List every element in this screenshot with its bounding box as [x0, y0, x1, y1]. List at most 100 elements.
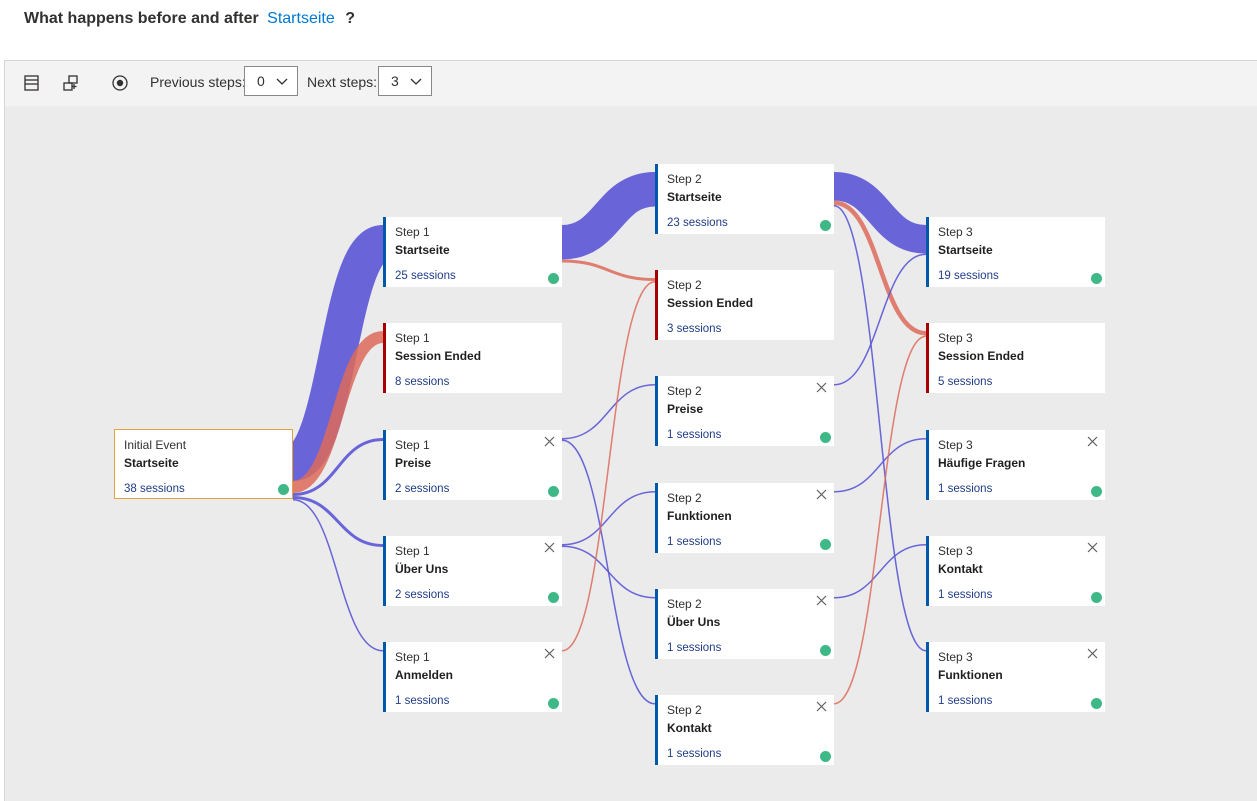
node-step-label: Step 2	[667, 384, 702, 398]
flow-link-s2a-s3a[interactable]	[832, 172, 928, 254]
node-event-name: Session Ended	[395, 349, 482, 363]
node-s1c[interactable]: Step 1 Preise 2 sessions	[383, 430, 562, 500]
node-step-label: Step 3	[938, 225, 973, 239]
node-event-name: Startseite	[124, 456, 179, 470]
close-icon[interactable]	[544, 436, 555, 447]
flow-link-s1d-s2d[interactable]	[561, 491, 656, 546]
node-s1d[interactable]: Step 1 Über Uns 2 sessions	[383, 536, 562, 606]
node-session-count: 25 sessions	[395, 270, 456, 282]
status-dot-icon	[548, 592, 559, 603]
close-icon[interactable]	[544, 648, 555, 659]
node-s1b[interactable]: Step 1 Session Ended 8 sessions	[383, 323, 562, 393]
node-session-count: 8 sessions	[395, 376, 450, 388]
node-event-name: Startseite	[938, 243, 993, 257]
flow-link-s1a-s2a[interactable]	[560, 172, 657, 260]
node-init[interactable]: Initial Event Startseite 38 sessions	[114, 429, 293, 499]
node-session-count: 1 sessions	[938, 589, 993, 601]
flow-link-s2f-s3b[interactable]	[833, 335, 927, 705]
node-event-name: Preise	[667, 402, 704, 416]
node-step-label: Step 1	[395, 544, 430, 558]
node-s2b[interactable]: Step 2 Session Ended 3 sessions	[655, 270, 834, 340]
status-dot-icon	[1091, 698, 1102, 709]
node-s1e[interactable]: Step 1 Anmelden 1 sessions	[383, 642, 562, 712]
close-icon[interactable]	[816, 489, 827, 500]
node-session-count: 1 sessions	[395, 695, 450, 707]
status-dot-icon	[278, 484, 289, 495]
node-event-name: Funktionen	[938, 668, 1003, 682]
node-session-count: 38 sessions	[124, 483, 185, 495]
flow-link-s1c-s2c[interactable]	[561, 384, 656, 440]
node-s2f[interactable]: Step 2 Kontakt 1 sessions	[655, 695, 834, 765]
node-session-count: 5 sessions	[938, 376, 993, 388]
node-event-name: Session Ended	[938, 349, 1025, 363]
flow-link-s2e-s3d[interactable]	[833, 544, 927, 599]
node-event-name: Funktionen	[667, 509, 732, 523]
node-s2e[interactable]: Step 2 Über Uns 1 sessions	[655, 589, 834, 659]
node-step-label: Step 2	[667, 597, 702, 611]
node-step-label: Step 2	[667, 172, 702, 186]
status-dot-icon	[820, 220, 831, 231]
node-event-name: Anmelden	[395, 668, 454, 682]
status-dot-icon	[1091, 592, 1102, 603]
status-dot-icon	[820, 539, 831, 550]
node-s3a[interactable]: Step 3 Startseite 19 sessions	[926, 217, 1105, 287]
status-dot-icon	[820, 432, 831, 443]
node-step-label: Step 2	[667, 703, 702, 717]
node-event-name: Kontakt	[938, 562, 983, 576]
node-session-count: 1 sessions	[667, 748, 722, 760]
status-dot-icon	[548, 698, 559, 709]
node-s3c[interactable]: Step 3 Häufige Fragen 1 sessions	[926, 430, 1105, 500]
status-dot-icon	[548, 273, 559, 284]
node-step-label: Step 3	[938, 544, 973, 558]
status-dot-icon	[1091, 273, 1102, 284]
close-icon[interactable]	[816, 595, 827, 606]
node-event-name: Über Uns	[395, 562, 449, 576]
node-session-count: 19 sessions	[938, 270, 999, 282]
node-session-count: 2 sessions	[395, 483, 450, 495]
node-event-name: Häufige Fragen	[938, 456, 1026, 470]
node-step-label: Step 2	[667, 491, 702, 505]
flow-link-s1d-s2e[interactable]	[561, 545, 656, 599]
status-dot-icon	[548, 486, 559, 497]
close-icon[interactable]	[1087, 648, 1098, 659]
node-step-label: Step 1	[395, 225, 430, 239]
status-dot-icon	[820, 645, 831, 656]
node-step-label: Step 3	[938, 331, 973, 345]
node-step-label: Step 3	[938, 650, 973, 664]
close-icon[interactable]	[816, 382, 827, 393]
status-dot-icon	[1091, 486, 1102, 497]
node-step-label: Step 1	[395, 650, 430, 664]
node-session-count: 1 sessions	[667, 536, 722, 548]
node-session-count: 1 sessions	[667, 642, 722, 654]
status-dot-icon	[820, 751, 831, 762]
node-s3d[interactable]: Step 3 Kontakt 1 sessions	[926, 536, 1105, 606]
node-step-label: Step 1	[395, 331, 430, 345]
node-session-count: 1 sessions	[667, 429, 722, 441]
flow-link-s1a-s2b[interactable]	[561, 259, 656, 281]
close-icon[interactable]	[816, 701, 827, 712]
node-event-name: Startseite	[395, 243, 450, 257]
node-event-name: Preise	[395, 456, 432, 470]
close-icon[interactable]	[1087, 542, 1098, 553]
node-event-name: Über Uns	[667, 615, 721, 629]
close-icon[interactable]	[544, 542, 555, 553]
node-s2c[interactable]: Step 2 Preise 1 sessions	[655, 376, 834, 446]
node-step-label: Step 3	[938, 438, 973, 452]
node-session-count: 1 sessions	[938, 483, 993, 495]
node-s1a[interactable]: Step 1 Startseite 25 sessions	[383, 217, 562, 287]
node-s2d[interactable]: Step 2 Funktionen 1 sessions	[655, 483, 834, 553]
node-step-label: Step 1	[395, 438, 430, 452]
node-session-count: 1 sessions	[938, 695, 993, 707]
flow-link-s2d-s3c[interactable]	[833, 438, 927, 493]
node-session-count: 2 sessions	[395, 589, 450, 601]
node-session-count: 23 sessions	[667, 217, 728, 229]
node-event-name: Startseite	[667, 190, 722, 204]
close-icon[interactable]	[1087, 436, 1098, 447]
node-session-count: 3 sessions	[667, 323, 722, 335]
node-s3e[interactable]: Step 3 Funktionen 1 sessions	[926, 642, 1105, 712]
node-s2a[interactable]: Step 2 Startseite 23 sessions	[655, 164, 834, 234]
node-event-name: Session Ended	[667, 296, 754, 310]
node-event-name: Kontakt	[667, 721, 712, 735]
node-s3b[interactable]: Step 3 Session Ended 5 sessions	[926, 323, 1105, 393]
node-step-label: Step 2	[667, 278, 702, 292]
